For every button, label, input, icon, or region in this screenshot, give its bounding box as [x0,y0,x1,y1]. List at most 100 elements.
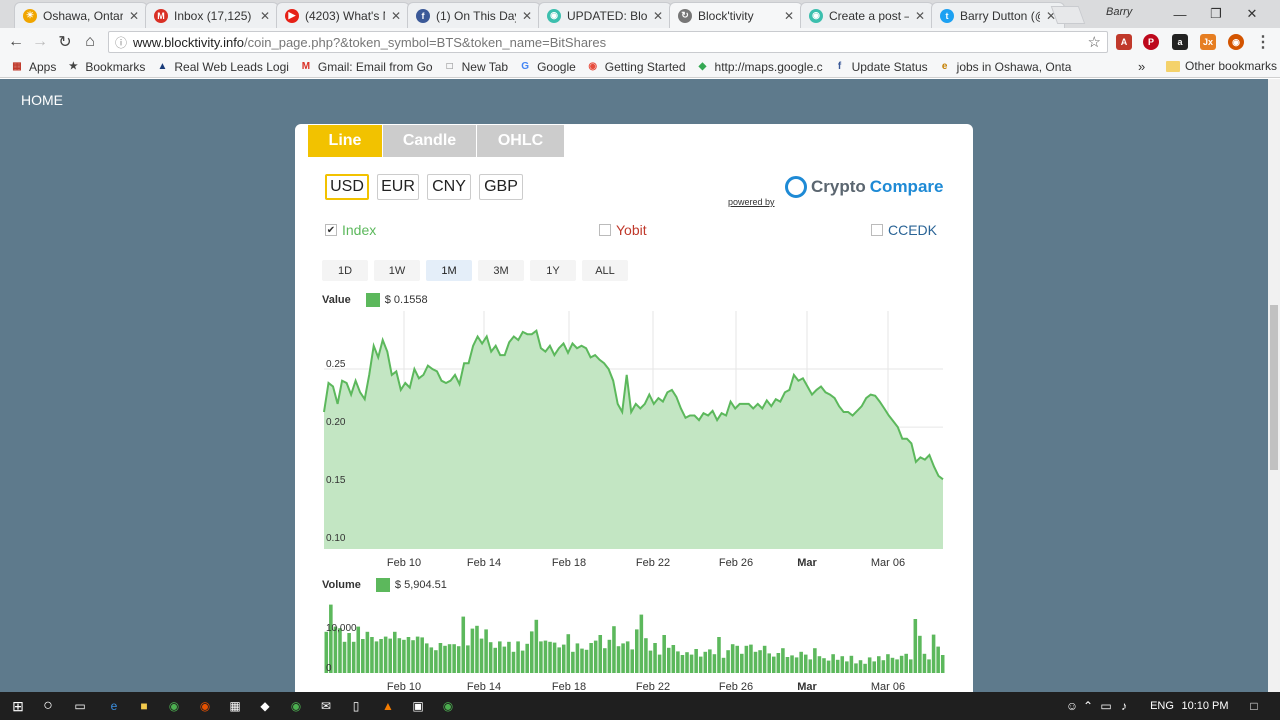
menu-icon[interactable]: ⋮ [1255,34,1271,51]
x-tick-label: Feb 18 [552,557,586,569]
app2-icon[interactable]: ◉ [286,696,306,716]
minimize-icon[interactable]: — [1160,0,1200,28]
amazon-icon[interactable]: a [1172,34,1188,50]
volume-bar [621,643,625,673]
profile-button[interactable]: Barry [1106,6,1132,18]
bookmark-label: Update Status [851,59,928,74]
firefox-icon[interactable]: ◉ [195,696,215,716]
bookmark-item[interactable]: e jobs in Oshawa, Onta [938,60,1072,74]
app-icon[interactable]: ◆ [255,696,275,716]
pinterest-icon[interactable]: P [1143,34,1159,50]
volume-bar [374,641,379,673]
brave-icon[interactable]: ▲ [378,696,398,716]
language-indicator[interactable]: ENG [1150,696,1174,716]
x-tick-label: Feb 26 [719,557,753,569]
bookmark-item[interactable]: ★ Bookmarks [66,60,146,74]
volume-icon[interactable]: ♪ [1114,696,1134,716]
volume-bar [872,661,877,673]
volume-bar [703,651,708,673]
volume-bar [666,647,671,673]
volume-bar [726,650,730,673]
volume-bar [543,640,548,673]
jx-icon[interactable]: Jx [1200,34,1216,50]
back-icon[interactable]: ← [6,32,26,52]
mail-icon[interactable]: ✉ [316,696,336,716]
volume-bar [840,656,845,673]
bookmark-item[interactable]: M Gmail: Email from Go [299,60,433,74]
battery-icon[interactable]: ▭ [1096,696,1116,716]
scrollbar-thumb[interactable] [1270,305,1278,470]
volume-bar [680,655,685,673]
extension-icon[interactable]: ◉ [1228,34,1244,50]
loading-icon: ↻ [678,8,692,23]
bookmark-item[interactable]: ▦ Apps [10,60,56,74]
calculator-icon[interactable]: ▦ [225,696,245,716]
restore-icon[interactable]: ❐ [1196,0,1236,28]
x-tick-label: Feb 14 [467,681,501,692]
browser-tab[interactable]: ◉ UPDATED: Block ✕ [538,2,672,28]
bookmarks-overflow-icon[interactable]: » [1138,59,1145,74]
new-tab-button[interactable] [1050,6,1086,24]
volume-bar [771,656,776,673]
close-tab-icon[interactable]: ✕ [391,9,401,23]
nav-home[interactable]: HOME [21,92,63,108]
browser-tab[interactable]: ▶ (4203) What's N ✕ [276,2,410,28]
chrome-taskbar-icon[interactable]: ◉ [164,696,184,716]
reload-icon[interactable]: ↻ [55,32,75,52]
browser-tab[interactable]: f (1) On This Day ✕ [407,2,541,28]
facebook-icon: f [837,61,842,72]
star-icon[interactable]: ☆ [1088,33,1101,51]
bookmark-item[interactable]: □ New Tab [443,60,509,74]
close-tab-icon[interactable]: ✕ [522,9,532,23]
chrome2-icon[interactable]: ◉ [438,696,458,716]
phone-icon[interactable]: ▯ [346,696,366,716]
close-tab-icon[interactable]: ✕ [260,9,270,23]
bookmark-item[interactable]: ◆ http://maps.google.c [696,60,823,74]
adblock-icon[interactable]: A [1116,34,1132,50]
page-viewport: HOME Line Candle OHLC USD EUR CNY GBP Cr… [0,79,1268,692]
volume-bar [603,648,607,673]
browser-tab[interactable]: ☀ Oshawa, Ontari ✕ [14,2,148,28]
bookmark-item[interactable]: G Google [518,60,576,74]
bookmark-item[interactable]: ▲ Real Web Leads Logi [155,60,288,74]
browser-tab[interactable]: M Inbox (17,125) ✕ [145,2,279,28]
volume-bar [895,659,899,673]
clock[interactable]: 10:10 PM [1180,696,1230,716]
forward-icon[interactable]: → [30,32,50,52]
bookmark-item[interactable]: ◉ Getting Started [586,60,685,74]
task-view-icon[interactable]: ▭ [70,696,90,716]
bookmark-item[interactable]: f Update Status [833,60,928,74]
close-tab-icon[interactable]: ✕ [129,9,139,23]
volume-bar [475,625,479,673]
globe-icon: ◉ [809,8,823,23]
volume-bar [657,654,662,673]
tray-chevron-icon[interactable]: ⌃ [1078,696,1098,716]
address-bar[interactable]: ⓘ www.blocktivity.info/coin_page.php?&to… [108,31,1108,53]
home-icon[interactable]: ⌂ [80,32,100,52]
close-tab-icon[interactable]: ✕ [653,9,663,23]
file-explorer-icon[interactable]: ■ [134,696,154,716]
y-tick-label: 0.10 [326,533,346,544]
x-tick-label: Mar 06 [871,681,905,692]
edge-icon[interactable]: e [104,696,124,716]
volume-bar [908,659,913,673]
close-tab-icon[interactable]: ✕ [784,9,794,23]
info-icon: ⓘ [115,35,128,50]
vertical-scrollbar[interactable] [1268,79,1280,692]
browser-tab[interactable]: t Barry Dutton (@ ✕ [931,2,1065,28]
x-tick-label: Mar [797,557,817,569]
notifications-icon[interactable]: □ [1244,696,1264,716]
browser-tab[interactable]: ◉ Create a post — ✕ [800,2,934,28]
volume-bar [342,641,347,673]
volume-bar [689,654,694,673]
volume-bar [452,644,456,673]
x-tick-label: Feb 22 [636,681,670,692]
windows-start-icon[interactable]: ⊞ [8,696,28,716]
browser-tab[interactable]: ↻ Block'tivity ✕ [669,2,803,28]
x-tick-label: Mar 06 [871,557,905,569]
close-tab-icon[interactable]: ✕ [915,9,925,23]
other-bookmarks[interactable]: Other bookmarks [1166,59,1277,73]
cortana-icon[interactable]: ○ [38,696,58,716]
close-window-icon[interactable]: ✕ [1232,0,1272,28]
notes-icon[interactable]: ▣ [408,696,428,716]
